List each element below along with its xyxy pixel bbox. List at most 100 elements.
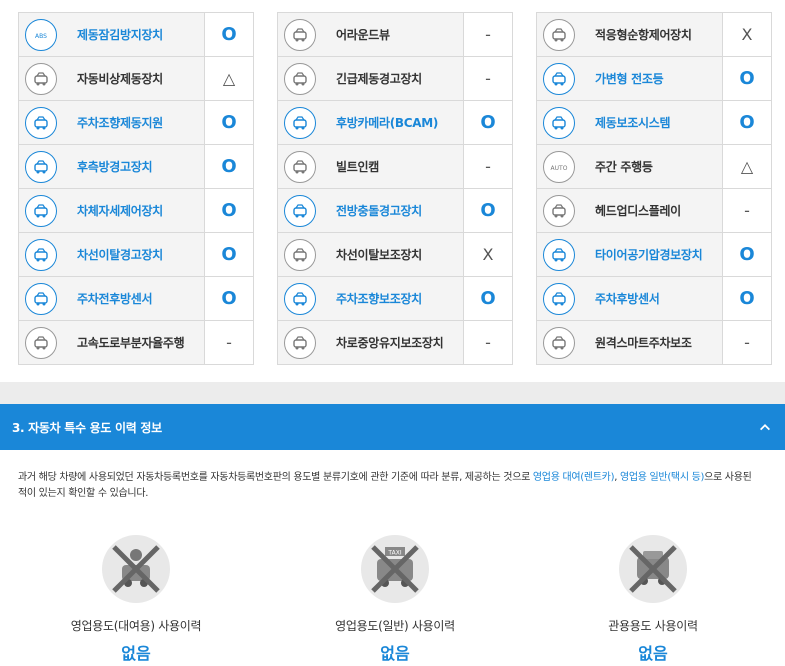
feature-status: O bbox=[480, 288, 496, 309]
feature-label: 차체자세제어장치 bbox=[77, 204, 163, 218]
feature-label-cell: AUTO 주간 주행등 bbox=[537, 145, 723, 188]
remote-parking-icon bbox=[543, 326, 575, 359]
icon-text: AUTO bbox=[551, 165, 568, 172]
feature-label: 어라운드뷰 bbox=[336, 28, 390, 42]
lane-departure-warning-icon bbox=[25, 238, 57, 271]
feature-row: AUTO 주간 주행등 △ bbox=[537, 145, 771, 189]
feature-label: 주간 주행등 bbox=[595, 160, 653, 174]
icon-text: ABS bbox=[35, 33, 47, 40]
section-description: 과거 해당 차량에 사용되었던 자동차등록번호를 자동차등록번호판의 용도별 분… bbox=[18, 470, 758, 502]
feature-row: 주차조향제동지원 O bbox=[19, 101, 253, 145]
lane-keeping-assist-icon bbox=[284, 238, 316, 271]
feature-label: 차선이탈보조장치 bbox=[336, 248, 422, 262]
desc-highlight-general: 영업용 일반(택시 등) bbox=[619, 472, 705, 483]
feature-label: 후측방경고장치 bbox=[77, 160, 153, 174]
desc-highlight-rental: 영업용 대여(렌트카) bbox=[532, 472, 615, 483]
usage-value: 없음 bbox=[121, 644, 151, 663]
feature-label-cell: 차선이탈보조장치 bbox=[278, 233, 464, 276]
feature-row: 후측방경고장치 O bbox=[19, 145, 253, 189]
feature-status: - bbox=[485, 69, 491, 88]
usage-value: 없음 bbox=[638, 644, 668, 663]
feature-label: 제동잠김방지장치 bbox=[77, 28, 163, 42]
feature-label: 주차전후방센서 bbox=[77, 292, 153, 306]
brake-assist-icon bbox=[543, 106, 575, 139]
usage-item-government: 관용용도 사용이력 없음 bbox=[563, 535, 743, 664]
rear-side-warning-icon bbox=[25, 150, 57, 183]
feature-status: O bbox=[739, 288, 755, 309]
feature-row: 적응형순항제어장치 X bbox=[537, 13, 771, 57]
feature-row: 주차전후방센서 O bbox=[19, 277, 253, 321]
feature-row: 제동보조시스템 O bbox=[537, 101, 771, 145]
usage-item-rental: 영업용도(대여용) 사용이력 없음 bbox=[46, 535, 226, 664]
feature-label: 타이어공기압경보장치 bbox=[595, 248, 703, 262]
feature-label-cell: 적응형순항제어장치 bbox=[537, 13, 723, 56]
feature-label-cell: 주차조향보조장치 bbox=[278, 277, 464, 320]
feature-label-cell: 차선이탈경고장치 bbox=[19, 233, 205, 276]
feature-row: 어라운드뷰 - bbox=[278, 13, 512, 57]
feature-label-cell: 후방카메라(BCAM) bbox=[278, 101, 464, 144]
feature-row: ABS 제동잠김방지장치 O bbox=[19, 13, 253, 57]
feature-row: 자동비상제동장치 △ bbox=[19, 57, 253, 101]
feature-row: 차선이탈보조장치 X bbox=[278, 233, 512, 277]
feature-label: 제동보조시스템 bbox=[595, 116, 671, 130]
feature-label: 주차후방센서 bbox=[595, 292, 660, 306]
usage-label: 영업용도(일반) 사용이력 bbox=[335, 619, 455, 633]
feature-row: 긴급제동경고장치 - bbox=[278, 57, 512, 101]
feature-label: 전방충돌경고장치 bbox=[336, 204, 422, 218]
feature-label-cell: 고속도로부분자율주행 bbox=[19, 321, 205, 364]
feature-row: 후방카메라(BCAM) O bbox=[278, 101, 512, 145]
feature-status: O bbox=[480, 200, 496, 221]
feature-status: O bbox=[221, 112, 237, 133]
feature-label-cell: 자동비상제동장치 bbox=[19, 57, 205, 100]
feature-status: O bbox=[739, 112, 755, 133]
feature-label-cell: 후측방경고장치 bbox=[19, 145, 205, 188]
feature-status: O bbox=[480, 112, 496, 133]
feature-label: 적응형순항제어장치 bbox=[595, 28, 692, 42]
emergency-brake-warning-icon bbox=[284, 62, 316, 95]
feature-grid: ABS 제동잠김방지장치 O 자동비상제동장치 △ 주차조향제동지원 O 후측방경고장치 O 차체… bbox=[18, 12, 772, 365]
feature-status: - bbox=[485, 25, 491, 44]
feature-status: - bbox=[744, 333, 750, 352]
lane-centering-icon bbox=[284, 326, 316, 359]
government-car-crossed-icon bbox=[619, 535, 687, 603]
around-view-icon bbox=[284, 18, 316, 51]
rental-car-crossed-icon bbox=[102, 535, 170, 603]
feature-status: - bbox=[485, 333, 491, 352]
feature-label: 주차조향제동지원 bbox=[77, 116, 163, 130]
feature-row: 주차후방센서 O bbox=[537, 277, 771, 321]
feature-status: O bbox=[221, 244, 237, 265]
stability-control-icon bbox=[25, 194, 57, 227]
adaptive-cruise-icon bbox=[543, 18, 575, 51]
taxi-crossed-icon: TAXI bbox=[361, 535, 429, 603]
feature-label-cell: 주차전후방센서 bbox=[19, 277, 205, 320]
rear-camera-icon bbox=[284, 106, 316, 139]
feature-label: 후방카메라(BCAM) bbox=[336, 116, 439, 130]
feature-row: 차선이탈경고장치 O bbox=[19, 233, 253, 277]
highway-autopilot-icon bbox=[25, 326, 57, 359]
feature-status: - bbox=[226, 333, 232, 352]
daytime-running-light-icon: AUTO bbox=[543, 150, 575, 183]
feature-status: O bbox=[221, 288, 237, 309]
feature-label-cell: 타이어공기압경보장치 bbox=[537, 233, 723, 276]
feature-status: O bbox=[221, 24, 237, 45]
hud-icon bbox=[543, 194, 575, 227]
feature-label-cell: 주차조향제동지원 bbox=[19, 101, 205, 144]
feature-status: - bbox=[485, 157, 491, 176]
feature-column-3: 적응형순항제어장치 X 가변형 전조등 O 제동보조시스템 O AUTO 주간 주행등 △ 헤드업… bbox=[536, 12, 772, 365]
feature-row: 차체자세제어장치 O bbox=[19, 189, 253, 233]
feature-label-cell: 차로중앙유지보조장치 bbox=[278, 321, 464, 364]
feature-status: X bbox=[741, 25, 753, 44]
feature-row: 차로중앙유지보조장치 - bbox=[278, 321, 512, 365]
feature-column-2: 어라운드뷰 - 긴급제동경고장치 - 후방카메라(BCAM) O 빌트인캠 - 전방충돌경고장치… bbox=[277, 12, 513, 365]
feature-row: 타이어공기압경보장치 O bbox=[537, 233, 771, 277]
section-header[interactable]: 3. 자동차 특수 용도 이력 정보 bbox=[0, 404, 785, 450]
feature-row: 헤드업디스플레이 - bbox=[537, 189, 771, 233]
tpms-icon bbox=[543, 238, 575, 271]
feature-row: 원격스마트주차보조 - bbox=[537, 321, 771, 365]
feature-row: 고속도로부분자율주행 - bbox=[19, 321, 253, 365]
parking-assist-icon bbox=[284, 282, 316, 315]
feature-label: 긴급제동경고장치 bbox=[336, 72, 422, 86]
feature-status: O bbox=[221, 156, 237, 177]
chevron-up-icon[interactable] bbox=[757, 419, 773, 435]
builtin-cam-icon bbox=[284, 150, 316, 183]
